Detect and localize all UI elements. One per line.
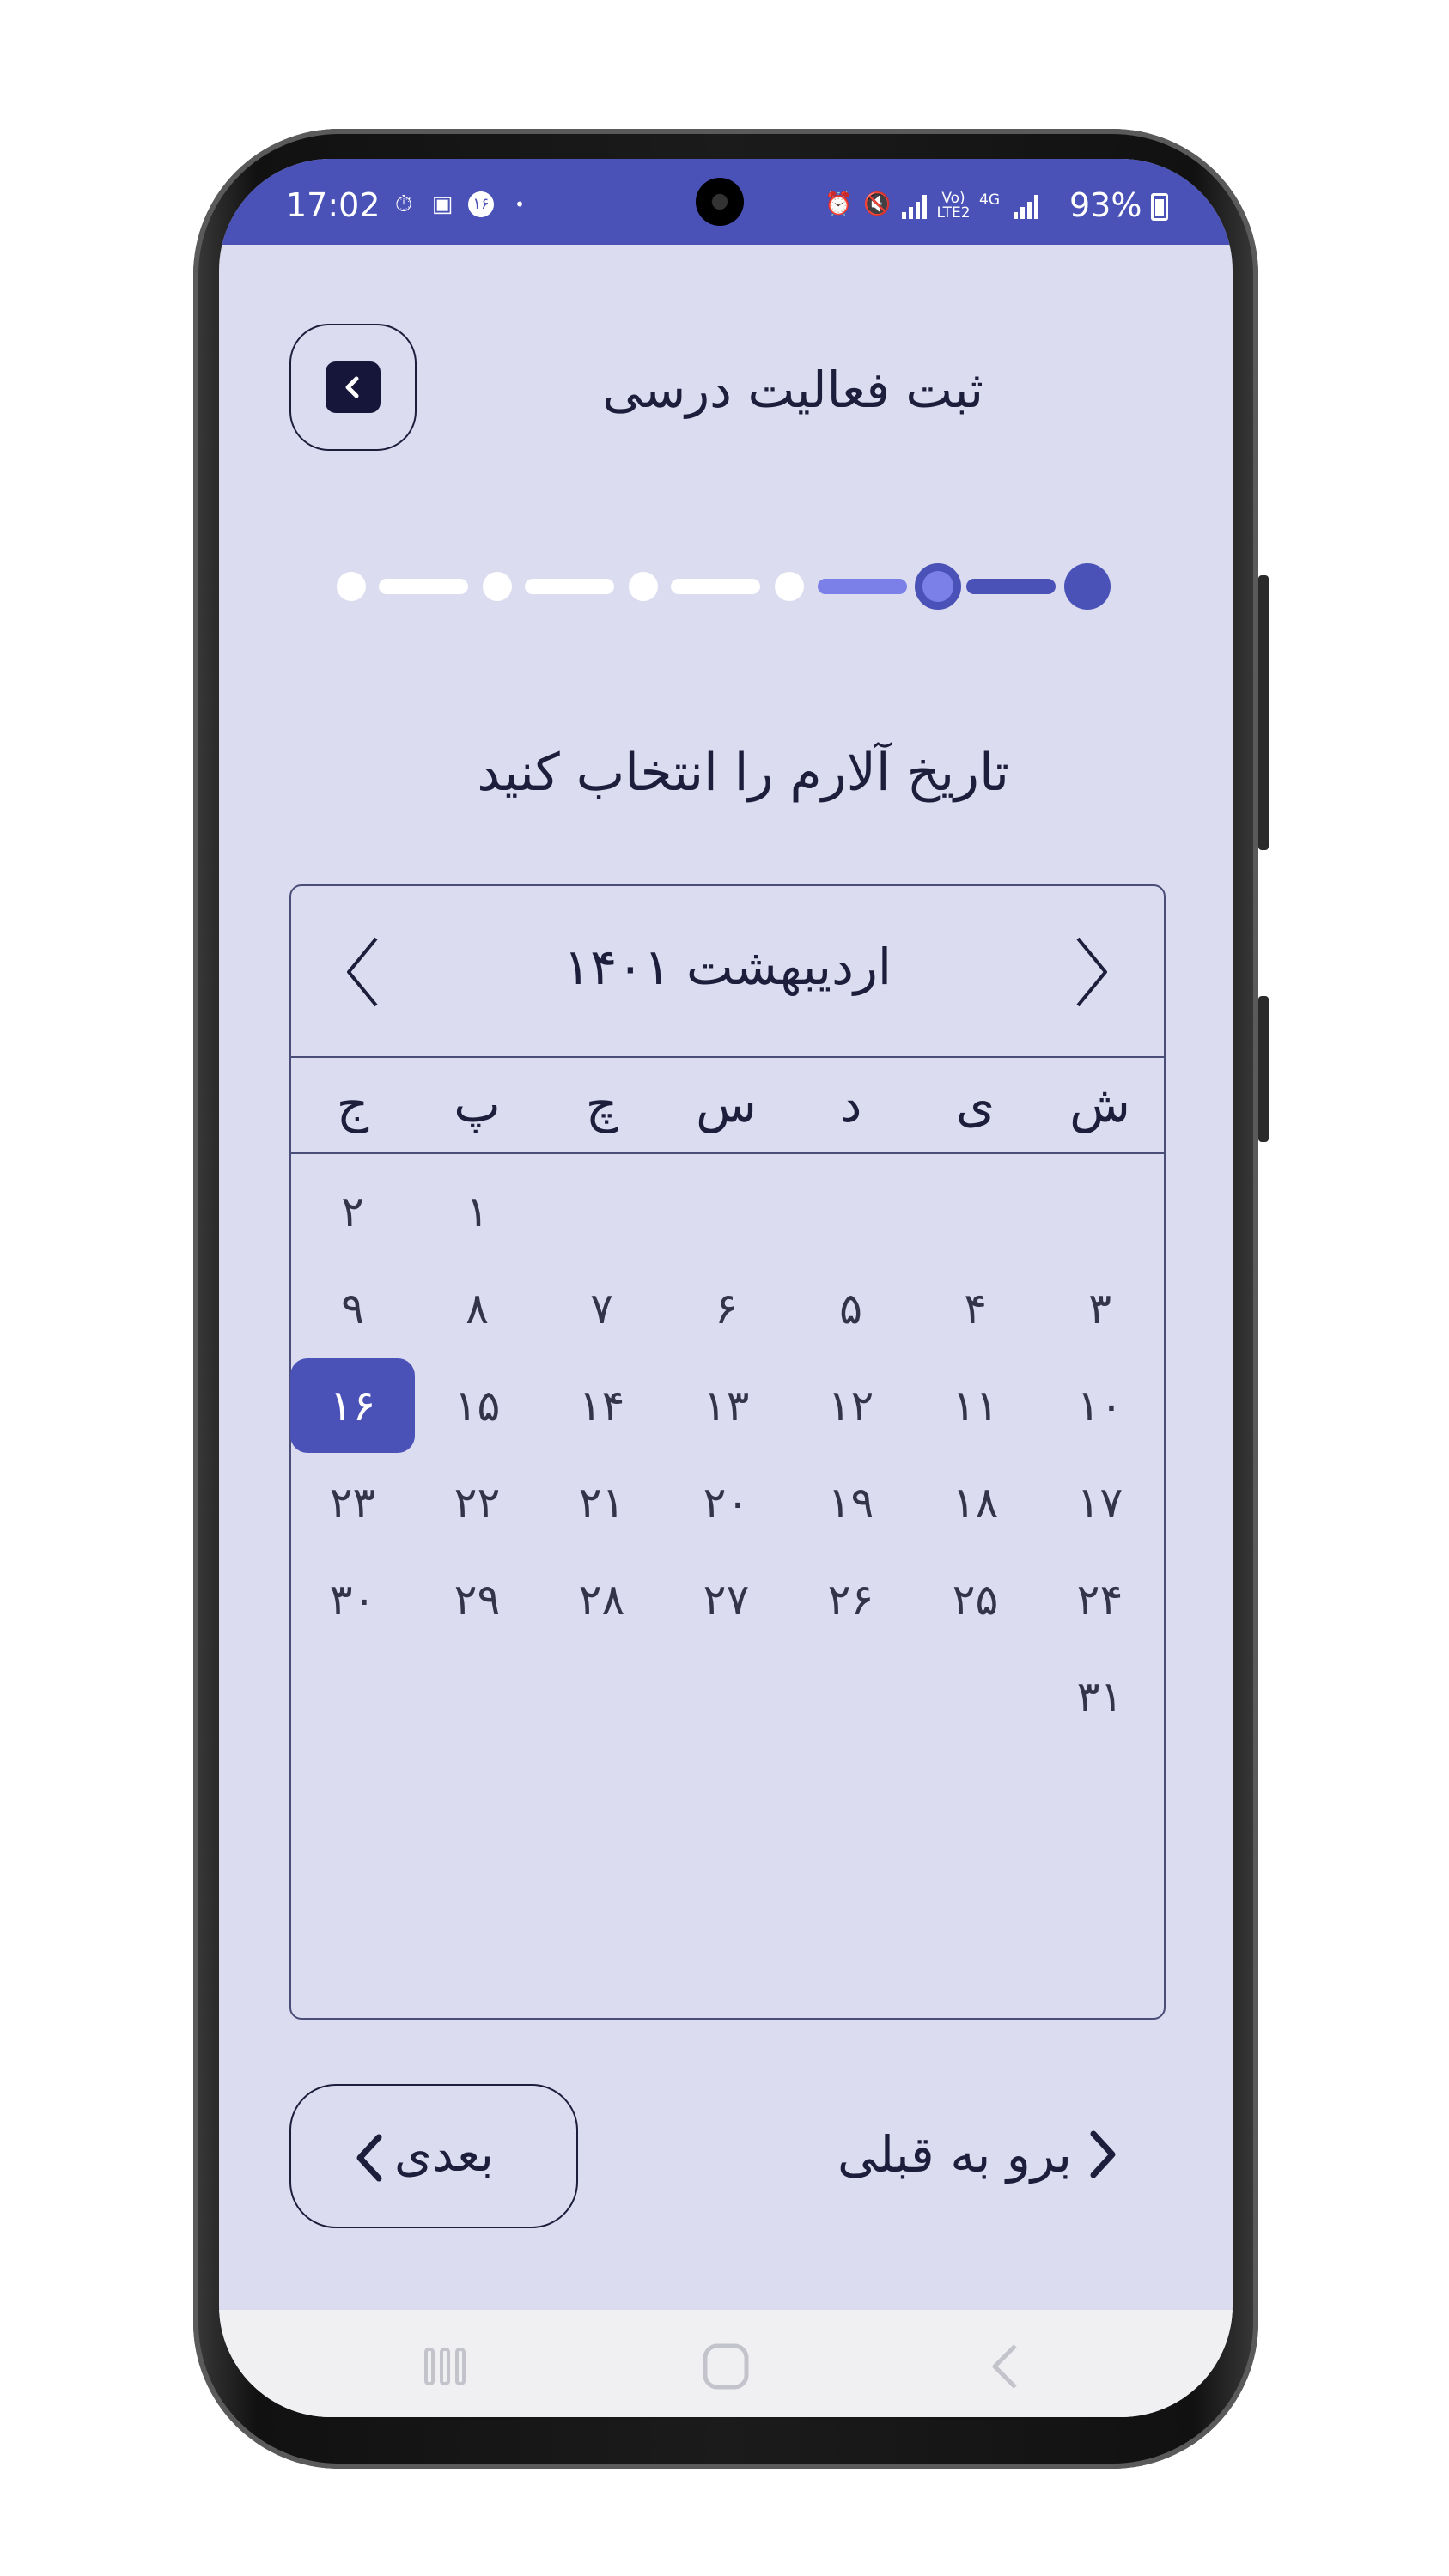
chevron-left-icon — [326, 361, 381, 413]
alarm-icon: ⏰ — [825, 191, 853, 217]
step-dot-current — [915, 563, 961, 610]
signal-icon-1 — [902, 193, 933, 219]
calendar-day[interactable]: ۲۵ — [913, 1552, 1038, 1647]
step-dot — [337, 572, 366, 601]
step-dot — [483, 572, 512, 601]
calendar-day[interactable]: ۲۴ — [1038, 1552, 1162, 1647]
month-year-label: اردیبهشت ۱۴۰۱ — [563, 938, 892, 996]
back-nav-icon[interactable] — [988, 2342, 1022, 2394]
volte-label: Vo) LTE2 — [936, 190, 971, 222]
step-dot — [629, 572, 658, 601]
status-time: 17:02 — [286, 186, 381, 224]
calendar-day[interactable]: ۲۹ — [415, 1552, 539, 1647]
notification-badge-icon: ۱۶ — [468, 191, 494, 217]
calendar-day[interactable]: ۱۹ — [788, 1455, 913, 1550]
calendar-day[interactable]: ۳۰ — [290, 1552, 415, 1647]
previous-link[interactable]: برو به قبلی — [837, 2125, 1072, 2184]
calendar-day-selected[interactable]: ۱۶ — [290, 1358, 415, 1453]
front-camera — [696, 178, 744, 226]
calendar-day[interactable]: ۲۸ — [539, 1552, 664, 1647]
weekday-label: پ — [454, 1075, 501, 1133]
weekday-label: ش — [1069, 1075, 1130, 1133]
page-title: ثبت فعالیت درسی — [602, 361, 983, 419]
gallery-icon: ▣ — [431, 191, 454, 217]
recent-apps-icon[interactable] — [421, 2342, 469, 2394]
weekday-label: ی — [955, 1075, 995, 1133]
next-button-label: بعدی — [394, 2127, 494, 2183]
calendar-day[interactable]: ۱۱ — [913, 1358, 1038, 1453]
calendar-day[interactable]: ۱ — [415, 1164, 539, 1259]
weekday-label: ج — [336, 1075, 369, 1133]
step-dot — [775, 572, 804, 601]
step-bar — [671, 579, 760, 594]
more-notifications-icon: • — [514, 194, 525, 215]
weekday-label: س — [696, 1075, 757, 1133]
calendar-day[interactable]: ۴ — [913, 1261, 1038, 1356]
weekday-label: چ — [585, 1075, 618, 1133]
home-icon[interactable] — [700, 2342, 752, 2394]
calendar-day[interactable]: ۹ — [290, 1261, 415, 1356]
calendar-day[interactable]: ۱۵ — [415, 1358, 539, 1453]
step-bar — [525, 579, 614, 594]
network-label: 4G — [979, 191, 1000, 209]
timer-icon: ⏱ — [394, 191, 413, 217]
calendar-day[interactable]: ۳۱ — [1038, 1649, 1162, 1744]
back-button[interactable] — [289, 324, 417, 451]
step-progress — [219, 554, 1233, 610]
screen: 17:02 ⏱ ▣ ۱۶ • ⏰ 🔇 Vo) LTE2 4G 93% ثبت ف… — [219, 159, 1233, 2417]
calendar-day[interactable]: ۲۱ — [539, 1455, 664, 1550]
chevron-right-icon[interactable] — [1087, 2127, 1121, 2182]
step-bar-progress — [818, 579, 907, 594]
calendar-day[interactable]: ۱۴ — [539, 1358, 664, 1453]
calendar-day[interactable]: ۶ — [664, 1261, 788, 1356]
calendar-day[interactable]: ۲۷ — [664, 1552, 788, 1647]
calendar-day[interactable]: ۸ — [415, 1261, 539, 1356]
volume-button — [1258, 996, 1269, 1142]
calendar-day[interactable]: ۱۸ — [913, 1455, 1038, 1550]
question-text: تاریخ آلارم را انتخاب کنید — [477, 743, 1009, 803]
weekday-label: د — [839, 1075, 862, 1133]
system-nav-bar — [219, 2310, 1233, 2417]
calendar-day[interactable]: ۲۲ — [415, 1455, 539, 1550]
power-button — [1258, 575, 1269, 850]
calendar-day[interactable]: ۲ — [290, 1164, 415, 1259]
calendar-day[interactable]: ۱۲ — [788, 1358, 913, 1453]
calendar-day[interactable]: ۱۳ — [664, 1358, 788, 1453]
calendar-day[interactable]: ۱۰ — [1038, 1358, 1162, 1453]
calendar: اردیبهشت ۱۴۰۱ شیدسچپج ۱ ۲ ۳ ۴ ۵ ۶ ۷ ۸ ۹ ۱۰ ۱۱ ۱۲ ۱۳ ۱… — [289, 884, 1166, 2020]
mute-icon: 🔇 — [863, 191, 892, 217]
calendar-day[interactable]: ۲۶ — [788, 1552, 913, 1647]
calendar-header: اردیبهشت ۱۴۰۱ — [291, 886, 1164, 1058]
calendar-day[interactable]: ۷ — [539, 1261, 664, 1356]
battery-percent: 93% — [1069, 186, 1142, 224]
status-bar: 17:02 ⏱ ▣ ۱۶ • ⏰ 🔇 Vo) LTE2 4G 93% — [219, 159, 1233, 245]
next-button[interactable]: بعدی — [289, 2084, 578, 2228]
chevron-right-icon[interactable] — [1064, 933, 1116, 1011]
calendar-day[interactable]: ۳ — [1038, 1261, 1162, 1356]
chevron-left-icon[interactable] — [338, 933, 390, 1011]
weekday-row: شیدسچپج — [291, 1058, 1164, 1154]
calendar-day[interactable]: ۲۰ — [664, 1455, 788, 1550]
step-bar-complete — [966, 579, 1056, 594]
battery-icon — [1151, 193, 1168, 221]
chevron-left-icon — [351, 2130, 386, 2185]
signal-icon-2 — [1014, 193, 1044, 219]
step-dot-complete — [1064, 563, 1111, 610]
calendar-day[interactable]: ۲۳ — [290, 1455, 415, 1550]
calendar-day[interactable]: ۱۷ — [1038, 1455, 1162, 1550]
calendar-day[interactable]: ۵ — [788, 1261, 913, 1356]
step-bar — [379, 579, 468, 594]
